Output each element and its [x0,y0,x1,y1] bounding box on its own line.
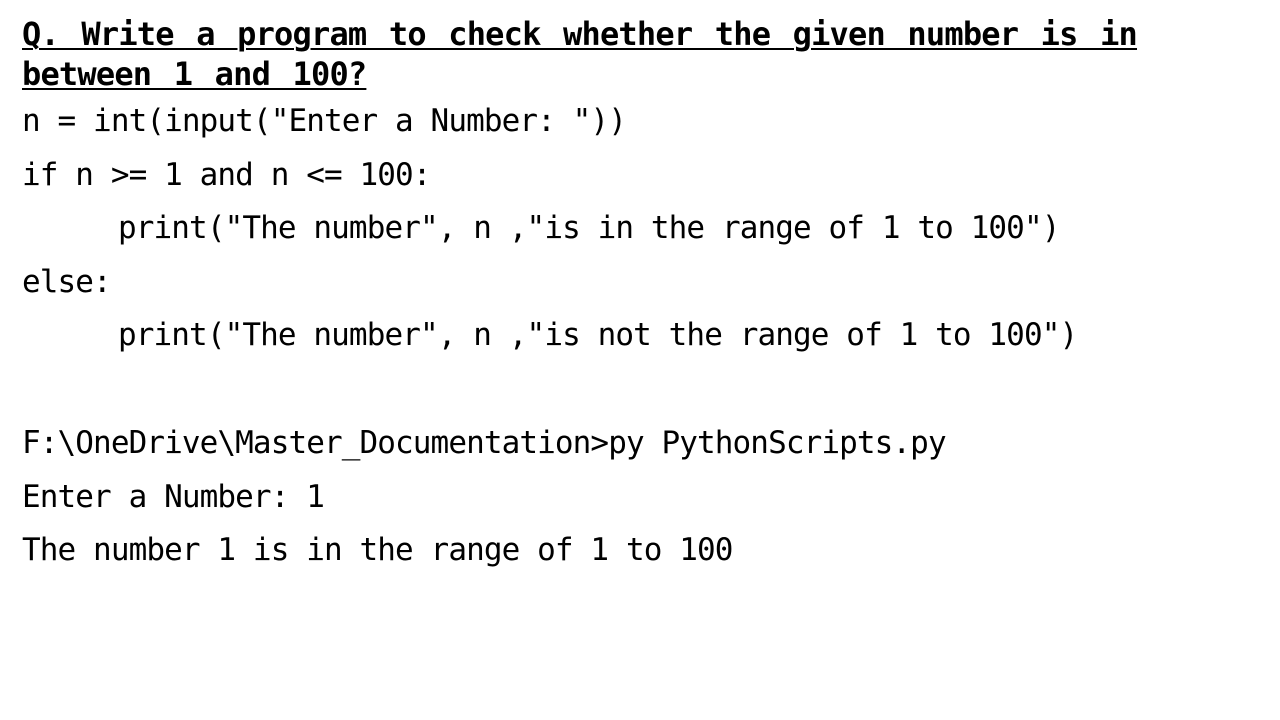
console-command-line: F:\OneDrive\Master_Documentation>py Pyth… [22,424,947,461]
question-heading: Q. Write a program to check whether the … [22,15,1138,93]
slide-content: Q. Write a program to check whether the … [22,14,1262,578]
console-result-line: The number 1 is in the range of 1 to 100 [22,532,733,569]
code-line: if n >= 1 and n <= 100: [22,156,431,193]
console-output: F:\OneDrive\Master_Documentation>py Pyth… [22,417,1262,578]
code-line: else: [22,263,112,300]
console-prompt-line: Enter a Number: 1 [22,478,325,515]
code-line: print("The number", n ,"is not the range… [118,317,1078,354]
code-line: n = int(input("Enter a Number: ")) [22,103,627,139]
code-line: print("The number", n ,"is in the range … [118,210,1060,247]
code-block: n = int(input("Enter a Number: ")) if n … [22,95,1262,363]
